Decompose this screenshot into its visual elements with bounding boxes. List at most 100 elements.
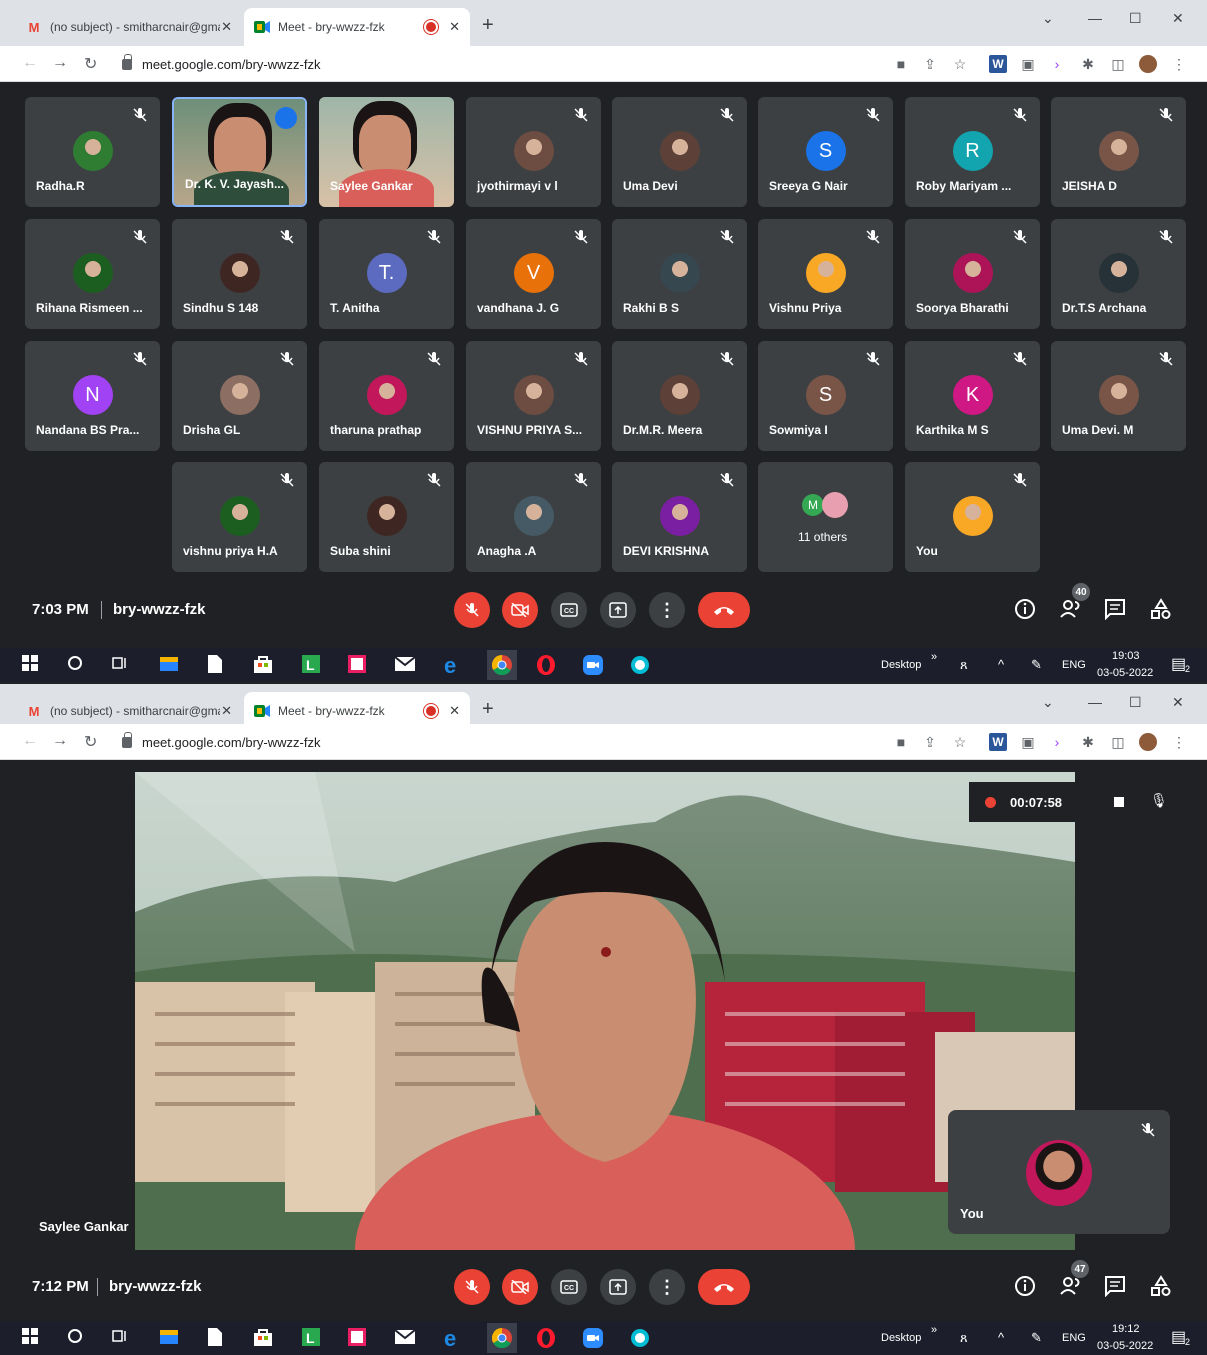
mic-icon[interactable]: 🎙 [1150,792,1168,809]
star-icon[interactable]: ☆ [951,55,969,73]
captions-button[interactable]: CC [551,592,587,628]
leave-call-button[interactable] [698,1269,750,1305]
profile-avatar[interactable] [1139,55,1157,73]
omnibox[interactable]: meet.google.com/bry-wwzz-fzk [122,729,882,755]
menu-icon[interactable]: ⋮ [1170,55,1188,73]
puzzle-icon[interactable]: ✱ [1079,55,1097,73]
info-icon[interactable] [1014,598,1038,622]
store-icon[interactable] [254,655,274,675]
participant-tile[interactable]: Anagha .A [466,462,601,572]
chevron-right-icon[interactable]: » [931,651,937,663]
close-icon[interactable]: ✕ [221,703,232,719]
maximize-icon[interactable]: ☐ [1129,694,1142,711]
participant-tile[interactable]: Rihana Rismeen ... [25,219,160,329]
participant-tile[interactable]: K Karthika M S [905,341,1040,451]
camera-icon[interactable]: ■ [892,733,910,751]
sidepanel-icon[interactable]: ◫ [1109,733,1127,751]
participant-tile[interactable]: JEISHA D [1051,97,1186,207]
close-window-icon[interactable]: ✕ [1172,694,1184,711]
document-icon[interactable] [208,655,228,675]
new-tab-icon[interactable]: + [482,698,494,721]
chevron-up-icon[interactable]: ^ [998,657,1004,672]
tray-time[interactable]: 19:03 [1112,650,1140,662]
opera-icon[interactable] [536,1328,556,1348]
tab-gmail[interactable]: M (no subject) - smitharcnair@gma ✕ [16,8,242,46]
chevron-up-icon[interactable]: ^ [998,1330,1004,1345]
edge-icon[interactable]: e [442,1326,462,1351]
participant-tile[interactable]: R Roby Mariyam ... [905,97,1040,207]
language-indicator[interactable]: ENG [1062,1332,1086,1344]
file-explorer-icon[interactable] [160,655,180,675]
camera-off-button[interactable] [502,1269,538,1305]
participant-tile[interactable]: Radha.R [25,97,160,207]
tray-date[interactable]: 03-05-2022 [1097,1340,1153,1352]
tray-date[interactable]: 03-05-2022 [1097,667,1153,679]
participant-tile[interactable]: M 11 others [758,462,893,572]
extension-icon[interactable]: ▣ [1019,55,1037,73]
desktop-toolbar[interactable]: Desktop [881,1332,921,1344]
paint-icon[interactable] [348,655,368,675]
app-circle-icon[interactable] [630,1328,650,1348]
mic-off-button[interactable] [454,1269,490,1305]
participant-tile[interactable]: Vvandhana J. G [466,219,601,329]
document-icon[interactable] [208,1328,228,1348]
participant-tile[interactable]: S Sreeya G Nair [758,97,893,207]
share-icon[interactable]: ⇪ [921,55,939,73]
chat-icon[interactable] [1104,1275,1128,1299]
tab-meet[interactable]: Meet - bry-wwzz-fzk ✕ [244,8,470,46]
people-tray-icon[interactable]: ጸ [960,657,968,673]
participant-tile[interactable]: Uma Devi. M [1051,341,1186,451]
people-tray-icon[interactable]: ጸ [960,1330,968,1346]
chat-icon[interactable] [1104,598,1128,622]
participant-tile[interactable]: vishnu priya H.A [172,462,307,572]
close-icon[interactable]: ✕ [449,19,460,35]
people-icon[interactable] [1059,598,1083,622]
participant-tile[interactable]: Sindhu S 148 [172,219,307,329]
arrow-extension-icon[interactable]: › [1048,733,1066,751]
pen-icon[interactable]: ✎ [1031,1330,1042,1346]
maximize-icon[interactable]: ☐ [1129,10,1142,27]
participant-tile[interactable]: Soorya Bharathi [905,219,1040,329]
chrome-icon[interactable] [487,650,517,680]
participant-tile[interactable]: You [905,462,1040,572]
participant-tile[interactable]: Vishnu Priya [758,219,893,329]
camera-icon[interactable]: ■ [892,55,910,73]
close-icon[interactable]: ✕ [221,19,232,35]
reload-icon[interactable]: ↻ [84,54,97,74]
pen-icon[interactable]: ✎ [1031,657,1042,673]
minimize-icon[interactable]: — [1088,694,1102,710]
more-options-button[interactable]: ⋮ [649,1269,685,1305]
puzzle-icon[interactable]: ✱ [1079,733,1097,751]
app-circle-icon[interactable] [630,655,650,675]
search-icon[interactable] [67,1328,87,1348]
app-l-icon[interactable]: L [302,1328,322,1348]
notification-icon[interactable]: ▤ [1171,1327,1186,1347]
omnibox[interactable]: meet.google.com/bry-wwzz-fzk [122,51,882,77]
profile-avatar[interactable] [1139,733,1157,751]
chevron-down-icon[interactable]: ⌄ [1042,10,1054,27]
participant-tile[interactable]: jyothirmayi v l [466,97,601,207]
activities-icon[interactable] [1150,598,1174,622]
edge-icon[interactable]: e [442,653,462,678]
participant-tile[interactable]: Dr. K. V. Jayash... [172,97,307,207]
participant-tile[interactable]: tharuna prathap [319,341,454,451]
people-icon[interactable] [1059,1275,1083,1299]
forward-icon[interactable]: → [52,54,68,72]
menu-icon[interactable]: ⋮ [1170,733,1188,751]
mic-off-button[interactable] [454,592,490,628]
participant-tile[interactable]: VISHNU PRIYA S... [466,341,601,451]
mail-icon[interactable] [394,655,416,675]
participant-tile[interactable]: Saylee Gankar [319,97,454,207]
search-icon[interactable] [67,655,87,675]
participant-tile[interactable]: Dr.T.S Archana [1051,219,1186,329]
participant-tile[interactable]: Drisha GL [172,341,307,451]
chrome-icon[interactable] [487,1323,517,1353]
word-extension-icon[interactable]: W [989,55,1007,73]
stop-recording-button[interactable] [1114,797,1124,807]
present-button[interactable] [600,592,636,628]
extension-icon[interactable]: ▣ [1019,733,1037,751]
participant-tile[interactable]: Suba shini [319,462,454,572]
app-l-icon[interactable]: L [302,655,322,675]
activities-icon[interactable] [1150,1275,1174,1299]
new-tab-icon[interactable]: + [482,14,494,37]
